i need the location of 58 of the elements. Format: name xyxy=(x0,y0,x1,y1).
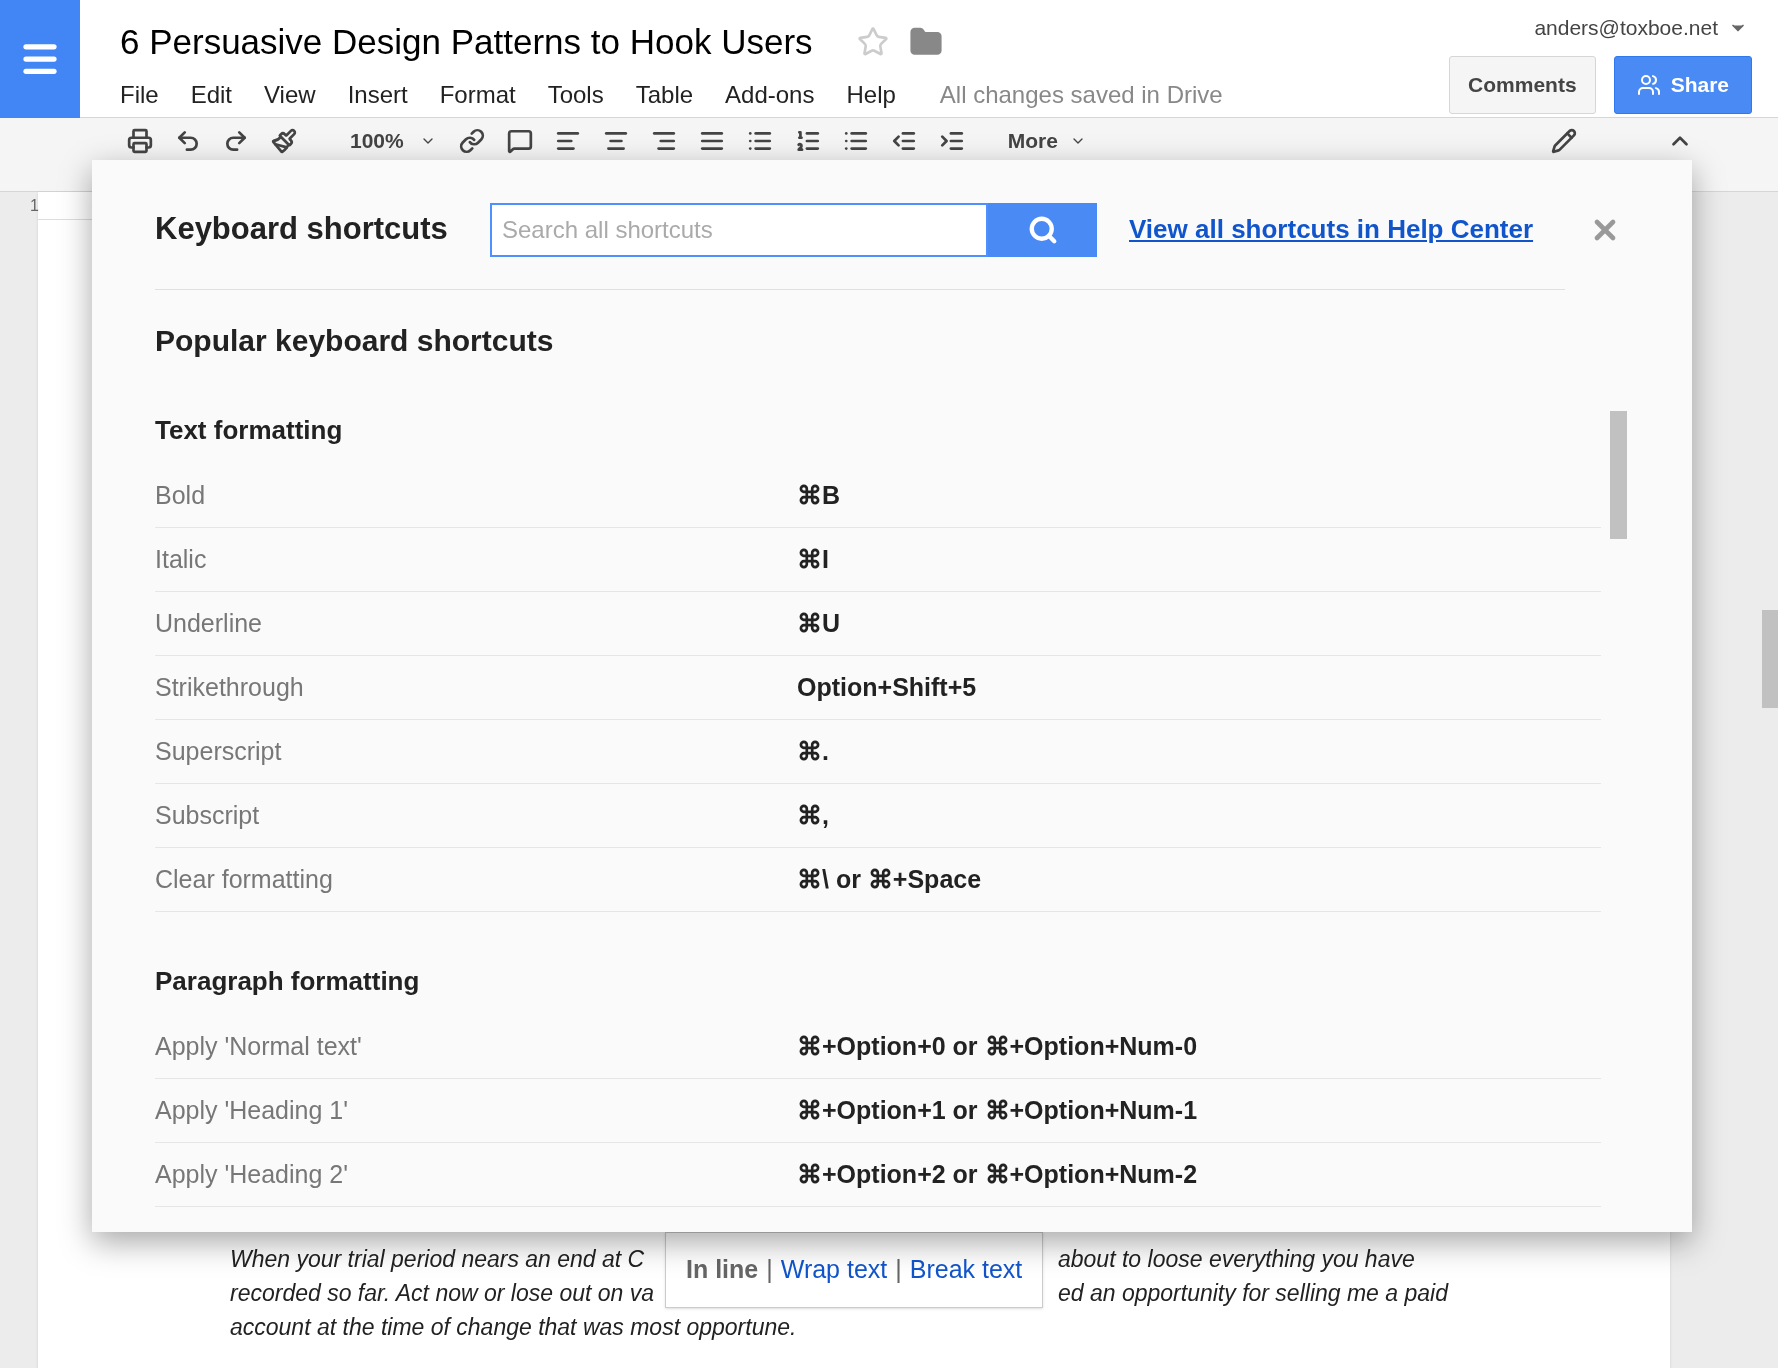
account-email[interactable]: anders@toxboe.net xyxy=(1534,12,1718,44)
shortcut-keys: ⌘+Option+1 or ⌘+Option+Num-1 xyxy=(797,1091,1198,1130)
menu-item[interactable]: Tools xyxy=(547,76,604,113)
menu-item[interactable]: Table xyxy=(635,76,694,113)
shortcut-action: Apply 'Heading 1' xyxy=(155,1094,349,1126)
shortcut-keys: ⌘+Option+0 or ⌘+Option+Num-0 xyxy=(797,1027,1198,1066)
body-text: about to loose everything you have xyxy=(1058,1245,1415,1274)
group-title: Text formatting xyxy=(155,414,343,447)
more-dropdown[interactable]: More xyxy=(999,124,1094,158)
menu-item[interactable]: Edit xyxy=(190,76,233,113)
separator-text: | xyxy=(766,1254,773,1286)
dialog-scrollbar[interactable] xyxy=(1610,411,1627,539)
menu-item[interactable]: Add-ons xyxy=(725,76,815,113)
dialog-heading: Popular keyboard shortcuts xyxy=(155,323,554,359)
dialog-title: Keyboard shortcuts xyxy=(155,210,449,249)
zoom-dropdown[interactable]: 100% xyxy=(342,124,444,158)
ruler-number: 1 xyxy=(30,195,39,216)
shortcut-action: Strikethrough xyxy=(155,671,305,703)
menu-item[interactable]: View xyxy=(264,76,316,113)
shortcut-keys: ⌘I xyxy=(797,540,829,579)
shortcut-action: Italic xyxy=(155,543,208,575)
shortcut-keys: ⌘B xyxy=(797,476,841,515)
help-center-link[interactable]: View all shortcuts in Help Center xyxy=(1129,210,1534,249)
shortcut-action: Clear formatting xyxy=(155,863,334,895)
shortcut-action: Superscript xyxy=(155,735,283,767)
shortcut-action: Apply 'Normal text' xyxy=(155,1030,363,1062)
page-scrollbar[interactable] xyxy=(1762,610,1778,708)
search-button[interactable] xyxy=(988,202,1097,257)
menu-item[interactable]: Format xyxy=(439,76,516,113)
shortcut-keys: ⌘\ or ⌘+Space xyxy=(797,860,982,899)
shortcut-keys: ⌘. xyxy=(797,732,829,771)
shortcut-keys: ⌘+Option+2 or ⌘+Option+Num-2 xyxy=(797,1155,1198,1194)
body-text: ed an opportunity for selling me a paid xyxy=(1058,1279,1448,1308)
body-text: account at the time of change that was most opportune. xyxy=(230,1313,797,1342)
group-title: Paragraph formatting xyxy=(155,965,420,998)
save-status: All changes saved in Drive xyxy=(939,79,1223,110)
document-title[interactable]: 6 Persuasive Design Patterns to Hook Users xyxy=(120,16,813,69)
menu-item[interactable]: File xyxy=(120,76,159,113)
menu-item[interactable]: Help xyxy=(846,76,896,113)
separator-text: | xyxy=(895,1254,902,1286)
menu-item[interactable]: Insert xyxy=(347,76,408,113)
shortcut-action: Apply 'Heading 2' xyxy=(155,1158,349,1190)
body-text: recorded so far. Act now or lose out on va xyxy=(230,1279,655,1308)
shortcut-action: Underline xyxy=(155,607,263,639)
image-option-link[interactable]: Break text xyxy=(909,1251,1023,1289)
shortcut-keys: Option+Shift+5 xyxy=(797,668,977,707)
body-text: When your trial period nears an end at C xyxy=(230,1245,645,1274)
shortcut-keys: ⌘, xyxy=(797,796,829,835)
shortcut-action: Bold xyxy=(155,479,207,511)
comments-button[interactable]: Comments xyxy=(1449,55,1596,114)
search-field[interactable]: Search all shortcuts xyxy=(490,202,988,257)
docs-logo[interactable] xyxy=(0,0,80,118)
people-icon xyxy=(1636,72,1661,97)
shortcut-action: Subscript xyxy=(155,799,261,831)
search-icon xyxy=(1027,214,1058,245)
image-option-link[interactable]: Wrap text xyxy=(780,1251,888,1289)
shortcut-keys: ⌘U xyxy=(797,604,841,643)
image-option-link[interactable]: In line xyxy=(686,1251,759,1289)
